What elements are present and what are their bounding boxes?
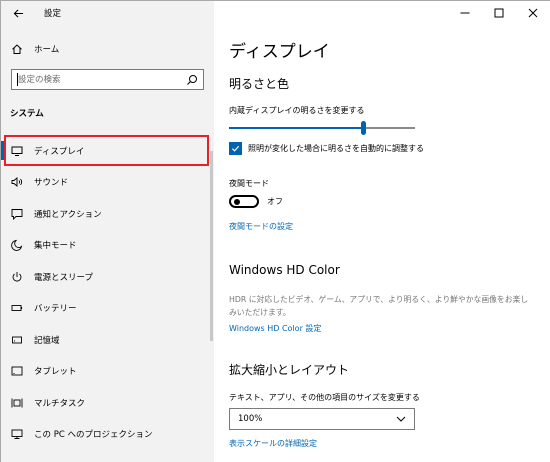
chevron-down-icon [396,416,406,422]
close-button[interactable] [516,1,550,25]
sidebar-item-label: マルチタスク [34,398,86,409]
sidebar-item-home[interactable]: ホーム [1,37,214,61]
scale-dropdown-value: 100% [238,414,263,424]
speaker-icon [10,175,24,189]
tablet-icon [10,364,24,378]
advanced-scaling-link[interactable]: 表示スケールの詳細設定 [229,438,317,449]
back-arrow-icon [13,8,23,18]
sidebar-item-label: 電源とスリープ [34,272,93,283]
search-input[interactable] [12,70,182,89]
auto-brightness-checkbox[interactable] [229,142,242,155]
night-mode-toggle[interactable] [229,195,259,208]
battery-icon [10,301,24,315]
sidebar-nav: ディスプレイ サウンド 通知とアクション 集中モード 電源とスリープ バッテリー… [1,135,214,450]
brightness-slider[interactable] [229,121,415,135]
sidebar-item-focus[interactable]: 集中モード [1,230,214,262]
window-title: 設定 [44,9,62,19]
scale-heading: 拡大縮小とレイアウト [229,363,350,377]
night-mode-state: オフ [267,197,283,206]
settings-window: 設定 ホーム システム ディスプレイ [0,0,550,462]
sidebar-item-tablet[interactable]: タブレット [1,356,214,388]
hdr-heading: Windows HD Color [229,263,340,277]
text-caret [17,73,18,86]
sidebar-item-multitasking[interactable]: マルチタスク [1,387,214,419]
power-icon [10,270,24,284]
maximize-button[interactable] [482,1,516,25]
minimize-button[interactable] [448,1,482,25]
maximize-icon [494,8,504,18]
section-label: システム [10,109,44,119]
moon-icon [10,238,24,252]
slider-fill [229,127,363,129]
home-icon [10,42,24,56]
message-icon [10,207,24,221]
content-pane: ディスプレイ 明るさと色 内蔵ディスプレイの明るさを変更する 照明が変化した場合… [214,1,550,462]
sidebar-item-display[interactable]: ディスプレイ [1,135,214,167]
sidebar-scrollbar[interactable] [210,151,213,341]
close-icon [528,8,538,18]
night-mode-label: 夜間モード [229,179,269,188]
sidebar-item-notifications[interactable]: 通知とアクション [1,198,214,230]
sidebar-item-label: 通知とアクション [34,209,102,220]
sidebar-item-label: ホーム [34,45,60,55]
night-mode-settings-link[interactable]: 夜間モードの設定 [229,221,293,232]
scale-dropdown[interactable]: 100% [229,408,415,430]
toggle-knob [234,199,240,205]
checkmark-icon [231,145,240,152]
sidebar-item-label: 集中モード [34,241,77,252]
multitask-icon [10,396,24,410]
storage-icon [10,333,24,347]
scale-label: テキスト、アプリ、その他の項目のサイズを変更する [229,393,420,402]
sidebar-item-storage[interactable]: 記憶域 [1,324,214,356]
sidebar-item-label: バッテリー [34,304,77,315]
brightness-slider-label: 内蔵ディスプレイの明るさを変更する [229,106,365,115]
monitor-icon [10,144,24,158]
search-box[interactable] [11,69,204,90]
brightness-heading: 明るさと色 [229,77,290,91]
sidebar-item-sound[interactable]: サウンド [1,167,214,199]
back-button[interactable] [9,5,27,21]
title-bar: 設定 [1,1,214,25]
sidebar-item-projection[interactable]: この PC へのプロジェクション [1,419,214,451]
hdr-settings-link[interactable]: Windows HD Color 設定 [229,323,321,334]
sidebar-item-label: サウンド [34,178,69,189]
sidebar: 設定 ホーム システム ディスプレイ [1,1,214,462]
sidebar-item-label: タブレット [34,367,77,378]
projection-icon [10,427,24,441]
minimize-icon [460,12,470,14]
hdr-description: HDR に対応したビデオ、ゲーム、アプリで、より明るく、より鮮やかな画像をお楽し… [229,295,529,317]
sidebar-item-power[interactable]: 電源とスリープ [1,261,214,293]
search-icon[interactable] [186,74,198,86]
page-title: ディスプレイ [229,42,330,62]
auto-brightness-row: 照明が変化した場合に明るさを自動的に調整する [229,142,424,155]
auto-brightness-label: 照明が変化した場合に明るさを自動的に調整する [248,144,424,153]
slider-thumb[interactable] [360,121,366,135]
night-mode-row: オフ [229,195,283,208]
sidebar-item-label: この PC へのプロジェクション [34,430,153,441]
window-controls [448,1,550,25]
sidebar-item-label: ディスプレイ [34,146,85,157]
sidebar-item-battery[interactable]: バッテリー [1,293,214,325]
sidebar-item-label: 記憶域 [34,335,60,346]
